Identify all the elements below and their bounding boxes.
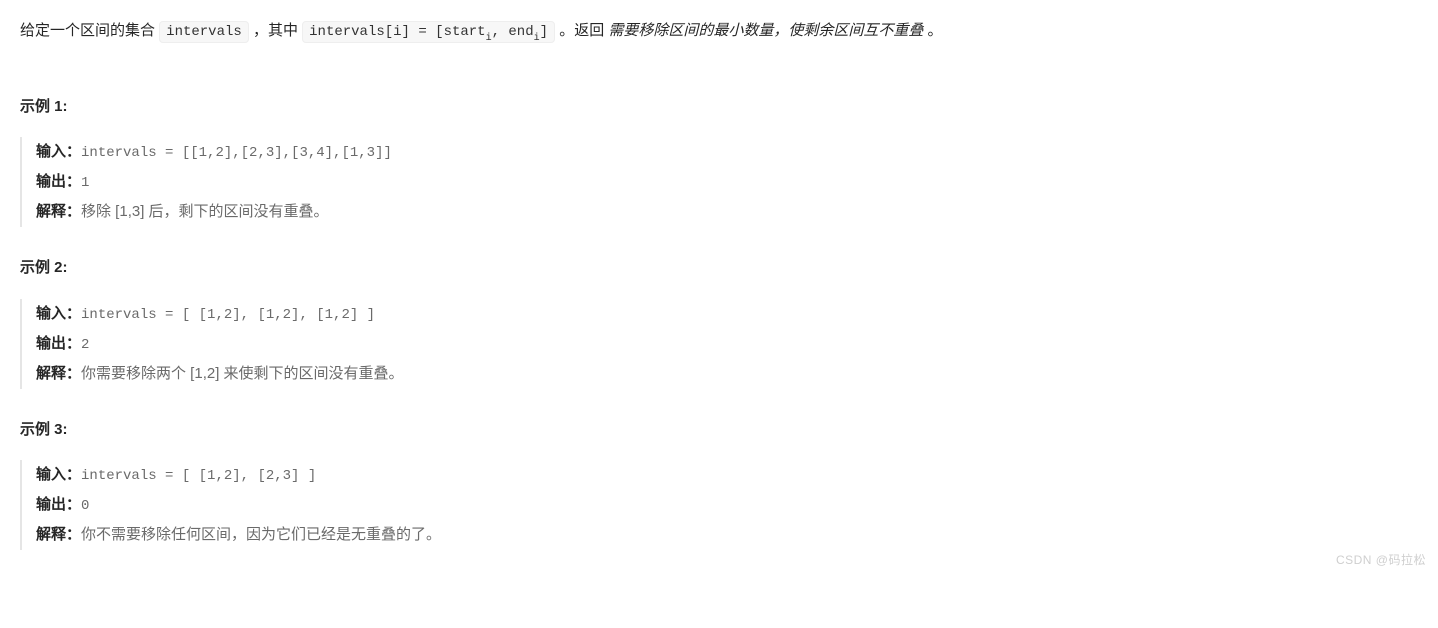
input-value: intervals = [ [1,2], [2,3] ]: [81, 468, 316, 484]
input-row: 输入：intervals = [ [1,2], [2,3] ]: [36, 460, 1418, 490]
code-interval-i: intervals[i] = [starti, endi]: [302, 21, 555, 43]
problem-intro: 给定一个区间的集合 intervals ，其中 intervals[i] = […: [20, 18, 1418, 46]
explain-label: 解释：: [36, 365, 81, 382]
intro-text-1: 给定一个区间的集合: [20, 22, 159, 39]
explain-value: 你不需要移除任何区间，因为它们已经是无重叠的了。: [81, 526, 441, 543]
explain-value: 你需要移除两个 [1,2] 来使剩下的区间没有重叠。: [81, 365, 404, 382]
explain-value: 移除 [1,3] 后，剩下的区间没有重叠。: [81, 203, 329, 220]
example-3: 示例 3: 输入：intervals = [ [1,2], [2,3] ] 输出…: [20, 417, 1418, 551]
output-row: 输出：1: [36, 167, 1418, 197]
input-label: 输入：: [36, 466, 81, 483]
input-row: 输入：intervals = [ [1,2], [1,2], [1,2] ]: [36, 299, 1418, 329]
input-value: intervals = [ [1,2], [1,2], [1,2] ]: [81, 307, 375, 323]
explain-row: 解释：你需要移除两个 [1,2] 来使剩下的区间没有重叠。: [36, 359, 1418, 389]
output-label: 输出：: [36, 335, 81, 352]
example-block: 输入：intervals = [ [1,2], [1,2], [1,2] ] 输…: [20, 299, 1418, 389]
explain-row: 解释：你不需要移除任何区间，因为它们已经是无重叠的了。: [36, 520, 1418, 550]
output-label: 输出：: [36, 496, 81, 513]
intro-text-4: 。: [928, 22, 943, 39]
output-row: 输出：0: [36, 490, 1418, 520]
output-label: 输出：: [36, 173, 81, 190]
example-title: 示例 1:: [20, 94, 1418, 120]
input-label: 输入：: [36, 305, 81, 322]
example-title: 示例 3:: [20, 417, 1418, 443]
example-2: 示例 2: 输入：intervals = [ [1,2], [1,2], [1,…: [20, 255, 1418, 389]
explain-label: 解释：: [36, 203, 81, 220]
output-row: 输出：2: [36, 329, 1418, 359]
explain-label: 解释：: [36, 526, 81, 543]
watermark: CSDN @码拉松: [1336, 550, 1426, 570]
output-value: 2: [81, 337, 89, 353]
example-block: 输入：intervals = [ [1,2], [2,3] ] 输出：0 解释：…: [20, 460, 1418, 550]
example-title: 示例 2:: [20, 255, 1418, 281]
intro-text-3: 。返回: [555, 22, 608, 39]
output-value: 1: [81, 175, 89, 191]
example-1: 示例 1: 输入：intervals = [[1,2],[2,3],[3,4],…: [20, 94, 1418, 228]
intro-text-2: ，其中: [249, 22, 302, 39]
input-label: 输入：: [36, 143, 81, 160]
input-row: 输入：intervals = [[1,2],[2,3],[3,4],[1,3]]: [36, 137, 1418, 167]
input-value: intervals = [[1,2],[2,3],[3,4],[1,3]]: [81, 145, 392, 161]
example-block: 输入：intervals = [[1,2],[2,3],[3,4],[1,3]]…: [20, 137, 1418, 227]
output-value: 0: [81, 498, 89, 514]
code-intervals: intervals: [159, 21, 249, 43]
intro-italic: 需要移除区间的最小数量，使剩余区间互不重叠: [608, 22, 927, 39]
explain-row: 解释：移除 [1,3] 后，剩下的区间没有重叠。: [36, 197, 1418, 227]
